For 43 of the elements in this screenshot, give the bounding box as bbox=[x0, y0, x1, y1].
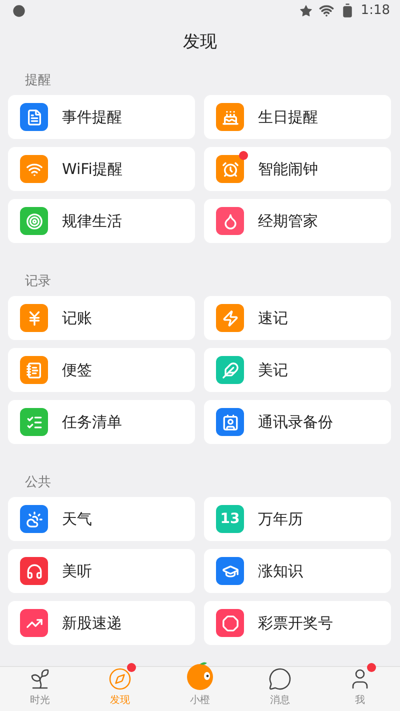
cake-icon bbox=[222, 108, 238, 126]
contact-book-icon bbox=[222, 414, 238, 430]
page-title: 发现 bbox=[182, 31, 218, 54]
feature-card[interactable]: 经期管家 bbox=[204, 199, 391, 243]
feature-card[interactable]: 速记 bbox=[204, 296, 391, 340]
section-label: 提醒 bbox=[24, 72, 52, 90]
feature-card[interactable]: 美听 bbox=[8, 549, 195, 593]
feature-card[interactable]: 新股速递 bbox=[8, 601, 195, 645]
feature-card[interactable]: 任务清单 bbox=[8, 400, 195, 444]
headphones-icon bbox=[26, 562, 42, 580]
calendar-date: 13 bbox=[220, 511, 240, 527]
feature-card[interactable]: 美记 bbox=[204, 348, 391, 392]
feature-card[interactable]: 智能闹钟 bbox=[204, 147, 391, 191]
graduation-cap-icon bbox=[222, 562, 238, 580]
wifi-icon bbox=[26, 160, 42, 178]
compass-icon[interactable] bbox=[108, 667, 132, 691]
feature-card[interactable]: 记账 bbox=[8, 296, 195, 340]
lightning-icon bbox=[222, 310, 238, 326]
note-icon bbox=[26, 108, 42, 126]
feature-card[interactable]: 事件提醒 bbox=[8, 95, 195, 139]
feature-card[interactable]: 天气 bbox=[8, 497, 195, 541]
checklist-icon bbox=[26, 414, 42, 430]
feature-card[interactable]: 彩票开奖号 bbox=[204, 601, 391, 645]
section-label: 记录 bbox=[24, 273, 52, 291]
feature-card[interactable]: 涨知识 bbox=[204, 549, 391, 593]
notepad-icon bbox=[26, 362, 42, 378]
feature-card[interactable]: WiFi提醒 bbox=[8, 147, 195, 191]
feature-card[interactable]: 便签 bbox=[8, 348, 195, 392]
wifi-signal-icon bbox=[318, 3, 334, 18]
star-icon bbox=[298, 4, 313, 18]
section-label: 公共 bbox=[24, 474, 52, 492]
feather-icon bbox=[222, 362, 238, 378]
app-notification-icon bbox=[12, 4, 26, 18]
alarm-clock-icon bbox=[222, 160, 238, 178]
drop-icon bbox=[222, 212, 238, 230]
target-icon bbox=[26, 212, 42, 230]
weather-icon bbox=[26, 510, 42, 528]
feature-card[interactable]: 生日提醒 bbox=[204, 95, 391, 139]
feature-card[interactable]: 规律生活 bbox=[8, 199, 195, 243]
status-time: 1:18 bbox=[360, 3, 390, 18]
chat-bubble-icon[interactable] bbox=[268, 667, 292, 691]
feature-card[interactable]: 13 万年历 bbox=[204, 497, 391, 541]
feature-card[interactable]: 通讯录备份 bbox=[204, 400, 391, 444]
